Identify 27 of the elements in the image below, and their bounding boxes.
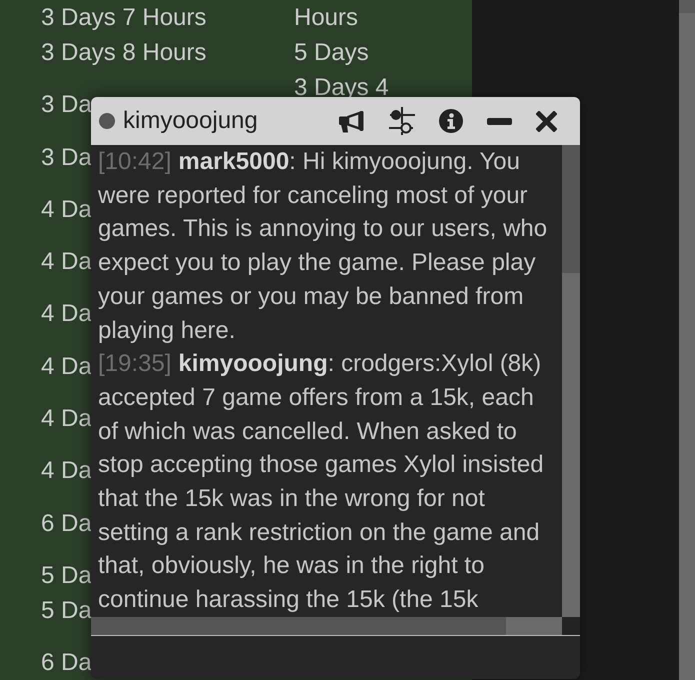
duration-text: 3 Da: [41, 90, 92, 120]
close-icon[interactable]: [536, 110, 557, 132]
chat-title: kimyooojung: [123, 107, 258, 135]
duration-text: 4 Da: [41, 352, 92, 382]
chat-message: [10:42] mark5000: Hi kimyooojung. You were reported for canceling most of your games. This is annoying to our users, who expect you to play the game. Please play your games or you may be banned from playing here.: [98, 147, 548, 346]
duration-text: 4 Da: [41, 299, 92, 330]
message-input-field[interactable]: [91, 635, 580, 679]
minimize-icon[interactable]: [487, 118, 512, 124]
duration-text: 4 Da: [41, 404, 92, 434]
duration-text: Hours: [294, 3, 358, 33]
duration-text: 6 Da: [41, 648, 92, 678]
scrollbar-thumb[interactable]: [562, 145, 580, 273]
sliders-icon[interactable]: [389, 107, 415, 135]
duration-text: 4 Da: [41, 194, 92, 225]
duration-text: 5 Da: [41, 596, 92, 626]
duration-text: 3 Days 4: [294, 73, 389, 103]
duration-text: 5 Da: [41, 560, 92, 591]
duration-text: 3 Days 7 Hours: [41, 3, 206, 33]
megaphone-icon[interactable]: [338, 110, 365, 132]
duration-text: 3 Da: [41, 142, 92, 173]
duration-text: 4 Da: [41, 456, 92, 486]
duration-text: 6 Da: [41, 508, 92, 539]
duration-text: 5 Days: [294, 38, 369, 68]
info-icon[interactable]: [439, 109, 463, 133]
chat-message: [19:35] kimyooojung: crodgers:Xylol (8k) accepted 7 game offers from a 15k, each of which was cancelled. When asked to stop accepting those games Xylol insisted that the 15k was in the wrong for not setting a rank restriction on the game and that, obviously, he was in the right to continue harassing the 15k (the 15k: [98, 349, 545, 616]
duration-text: 4 Da: [41, 247, 92, 278]
duration-text: 3 Days 8 Hours: [41, 38, 206, 68]
